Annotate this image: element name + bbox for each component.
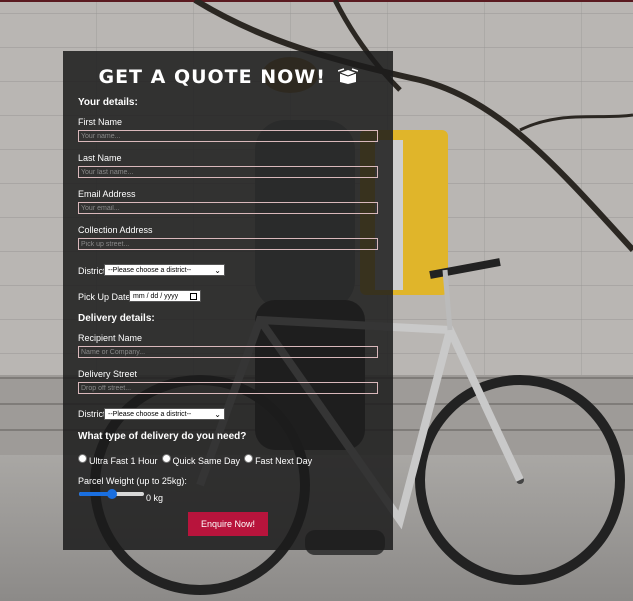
recipient-name-field[interactable] <box>78 346 378 358</box>
radio-fast-next-day[interactable] <box>244 453 254 463</box>
first-name-field[interactable] <box>78 130 378 142</box>
recipient-name-label: Recipient Name <box>78 333 143 343</box>
delivery-street-label: Delivery Street <box>78 369 138 379</box>
radio-quick-same-day[interactable] <box>161 453 171 463</box>
radio-ultra-fast-label: Ultra Fast 1 Hour <box>89 456 158 466</box>
open-box-icon <box>337 68 358 84</box>
chevron-down-icon: ⌄ <box>214 410 221 419</box>
delivery-details-heading: Delivery details: <box>78 313 155 324</box>
district-select[interactable]: --Please choose a district-- ⌄ <box>104 264 225 276</box>
chevron-down-icon: ⌄ <box>214 266 221 275</box>
collection-address-field[interactable] <box>78 238 378 250</box>
last-name-label: Last Name <box>78 153 122 163</box>
delivery-type-question: What type of delivery do you need? <box>78 431 247 442</box>
email-label: Email Address <box>78 189 136 199</box>
collection-address-label: Collection Address <box>78 225 153 235</box>
radio-ultra-fast[interactable] <box>78 453 87 463</box>
radio-quick-same-day-label: Quick Same Day <box>172 456 241 466</box>
parcel-weight-slider[interactable] <box>79 489 144 499</box>
delivery-district-select[interactable]: --Please choose a district-- ⌄ <box>104 408 225 420</box>
pickup-date-input[interactable]: mm / dd / yyyy <box>129 290 201 302</box>
form-title: GET A QUOTE NOW! <box>63 66 393 88</box>
first-name-label: First Name <box>78 117 123 127</box>
quote-form-panel: GET A QUOTE NOW! Your details: First Nam… <box>63 51 393 550</box>
delivery-street-field[interactable] <box>78 382 378 394</box>
pickup-date-label: Pick Up Date: <box>78 292 134 302</box>
delivery-district-select-value: --Please choose a district-- <box>108 410 192 418</box>
parcel-weight-value: 0 kg <box>146 493 164 503</box>
district-label: District <box>78 266 106 276</box>
email-field[interactable] <box>78 202 378 214</box>
enquire-now-button[interactable]: Enquire Now! <box>188 512 268 536</box>
pickup-date-value: mm / dd / yyyy <box>133 292 179 300</box>
delivery-type-options: Ultra Fast 1 Hour Quick Same Day Fast Ne… <box>78 453 316 466</box>
your-details-heading: Your details: <box>78 97 138 108</box>
form-title-text: GET A QUOTE NOW! <box>98 66 326 88</box>
radio-fast-next-day-label: Fast Next Day <box>255 456 313 466</box>
parcel-weight-label: Parcel Weight (up to 25kg): <box>78 476 187 486</box>
calendar-icon[interactable] <box>190 293 197 300</box>
parcel-weight-slider-thumb[interactable] <box>106 489 117 499</box>
district-select-value: --Please choose a district-- <box>108 266 192 274</box>
last-name-field[interactable] <box>78 166 378 178</box>
delivery-district-label: District <box>78 409 106 419</box>
